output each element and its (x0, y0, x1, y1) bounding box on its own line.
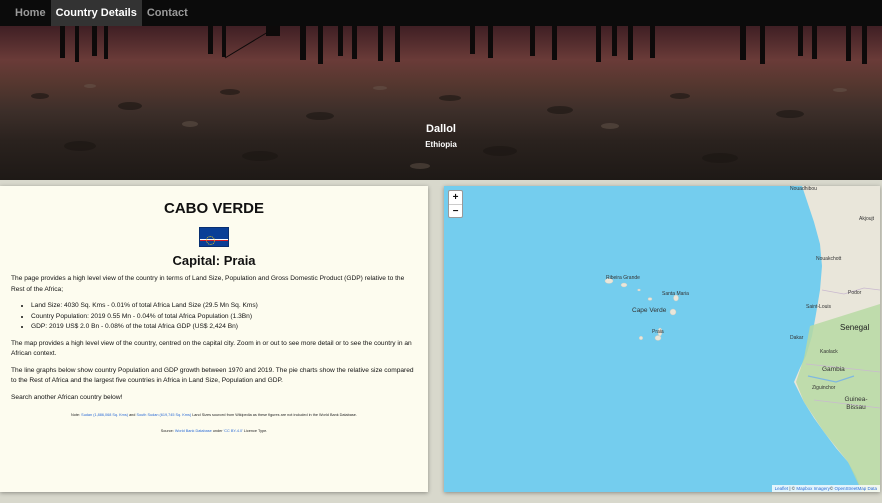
map-tiles (604, 186, 880, 492)
fact-land-size: Land Size: 4030 Sq. Kms - 0.01% of total… (31, 301, 417, 312)
label-guinea-bissau: Guinea-Bissau (844, 396, 868, 411)
country-info-panel: CABO VERDE Capital: Praia The page provi… (0, 186, 428, 492)
sudan-link[interactable]: Sudan (1,886,068 Sq. Kms) (81, 413, 128, 417)
country-flag (199, 227, 229, 247)
leaflet-link[interactable]: Leaflet (775, 486, 789, 491)
label-santa-maria: Santa Maria (662, 291, 689, 297)
country-map[interactable]: + − Nouadhibou Akjoujt Nouakchott Saint-… (444, 186, 880, 492)
label-dakar: Dakar (790, 335, 804, 341)
country-name: CABO VERDE (163, 200, 264, 217)
label-gambia: Gambia (822, 366, 845, 373)
source-note: Source: World Bank Database under 'CC BY… (160, 429, 268, 433)
world-bank-link[interactable]: World Bank Database (175, 429, 212, 433)
nav-home[interactable]: Home (10, 0, 51, 26)
zoom-out-button[interactable]: − (449, 204, 462, 217)
label-kaolack: Kaolack (820, 349, 838, 355)
zoom-control: + − (448, 190, 463, 218)
label-cape-verde: Cape Verde (632, 307, 667, 314)
graphs-description: The line graphs below show country Popul… (11, 366, 414, 385)
mapbox-link[interactable]: Mapbox Imagery (796, 486, 830, 491)
zoom-in-button[interactable]: + (449, 191, 462, 204)
land-size-note: Note: Sudan (1,886,068 Sq. Kms) and Sout… (71, 413, 357, 417)
hero-banner: Dallol Ethiopia (0, 26, 882, 180)
label-saint-louis: Saint-Louis (806, 304, 832, 310)
map-attribution: Leaflet | © Mapbox Imagery© OpenStreetMa… (771, 485, 880, 492)
label-akjoujt: Akjoujt (859, 216, 875, 222)
nav-contact[interactable]: Contact (142, 0, 193, 26)
map-description: The map provides a high level view of th… (11, 339, 412, 358)
hero-subtitle: Ethiopia (425, 140, 457, 149)
fact-population: Country Population: 2019 0.55 Mn - 0.04%… (31, 312, 417, 323)
search-prompt: Search another African country below! (11, 393, 123, 401)
label-ribeira-grande: Ribeira Grande (606, 275, 640, 281)
top-navbar: Home Country Details Contact (0, 0, 882, 26)
fact-gdp: GDP: 2019 US$ 2.0 Bn - 0.08% of the tota… (31, 322, 417, 333)
intro-text: The page provides a high level view of t… (11, 275, 405, 293)
label-podor: Podor (848, 290, 862, 296)
facts-list: Land Size: 4030 Sq. Kms - 0.01% of total… (11, 301, 417, 333)
osm-link[interactable]: OpenStreetMap Data (834, 486, 877, 491)
capital-heading: Capital: Praia (172, 253, 256, 268)
south-sudan-link[interactable]: South Sudan (619,745 Sq. Kms) (136, 413, 191, 417)
hero-image (31, 26, 867, 169)
nav-country-details[interactable]: Country Details (50, 0, 142, 26)
hero-title: Dallol (426, 123, 456, 135)
label-senegal: Senegal (840, 323, 870, 332)
label-nouadhibou: Nouadhibou (790, 186, 817, 192)
label-praia: Praia (652, 329, 664, 335)
label-ziguinchor: Ziguinchor (812, 385, 836, 391)
label-nouakchott: Nouakchott (816, 256, 842, 262)
licence-link[interactable]: 'CC BY-4.0' (224, 429, 243, 433)
